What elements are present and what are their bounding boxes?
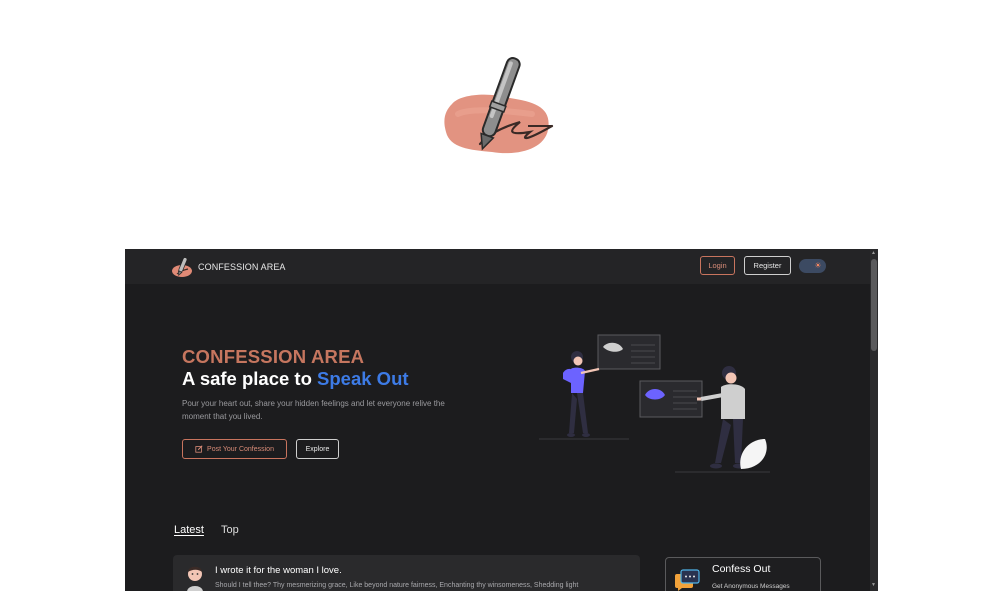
sun-icon: ☀ xyxy=(814,261,822,270)
post-confession-label: Post Your Confession xyxy=(207,445,274,453)
confession-card[interactable]: I wrote it for the woman I love. Should … xyxy=(173,555,640,591)
confess-out-card[interactable]: Confess Out Get Anonymous Messages xyxy=(665,557,821,591)
hero-subtitle: A safe place to Speak Out xyxy=(182,368,409,390)
brand-link[interactable]: CONFESSION AREA xyxy=(171,256,286,278)
confession-title[interactable]: I wrote it for the woman I love. xyxy=(215,565,342,576)
explore-button[interactable]: Explore xyxy=(296,439,339,459)
brand-logo-icon xyxy=(172,257,192,277)
people-presentation-illustration xyxy=(539,334,770,473)
hero-subtitle-prefix: A safe place to xyxy=(182,368,318,389)
edit-icon xyxy=(195,445,203,453)
hero-subtitle-accent: Speak Out xyxy=(317,368,409,389)
confession-tabs: Latest Top xyxy=(174,524,239,536)
theme-toggle[interactable]: ☀ xyxy=(799,259,826,273)
page-scrollbar[interactable]: ▲ ▼ xyxy=(870,249,878,591)
scroll-down-arrow-icon[interactable]: ▼ xyxy=(871,582,876,588)
tab-latest[interactable]: Latest xyxy=(174,524,204,536)
navbar: CONFESSION AREA Login Register ☀ xyxy=(125,249,870,284)
brand-name: CONFESSION AREA xyxy=(198,262,286,272)
avatar xyxy=(187,566,203,591)
scroll-up-arrow-icon[interactable]: ▲ xyxy=(871,250,876,256)
chat-bubbles-icon xyxy=(675,569,700,591)
hero-title: CONFESSION AREA xyxy=(182,346,365,367)
browser-viewport: CONFESSION AREA Login Register ☀ ▲ ▼ CON… xyxy=(125,249,878,591)
scrollbar-thumb[interactable] xyxy=(871,259,877,351)
login-button[interactable]: Login xyxy=(700,256,735,275)
confess-out-subtitle: Get Anonymous Messages xyxy=(712,583,790,590)
confess-out-title: Confess Out xyxy=(712,563,771,575)
post-confession-button[interactable]: Post Your Confession xyxy=(182,439,287,459)
tab-top[interactable]: Top xyxy=(221,524,239,536)
confession-excerpt: Should I tell thee? Thy mesmerizing grac… xyxy=(215,582,579,589)
pen-logo-icon xyxy=(444,57,554,154)
hero-description: Pour your heart out, share your hidden f… xyxy=(182,399,445,421)
register-button[interactable]: Register xyxy=(744,256,791,275)
